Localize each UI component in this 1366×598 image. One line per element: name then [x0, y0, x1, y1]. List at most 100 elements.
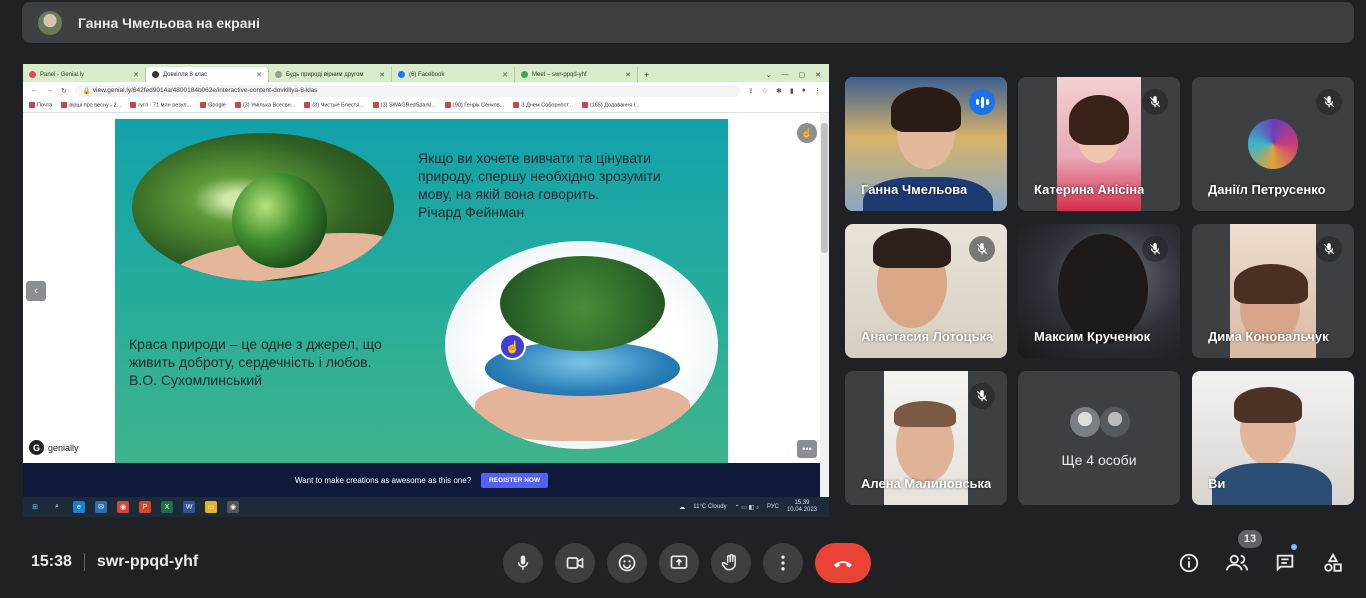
- bookmark-item[interactable]: Google: [200, 102, 226, 109]
- window-controls: ⌄ — ▢ ✕: [758, 71, 829, 82]
- participant-count-badge: 13: [1238, 530, 1262, 548]
- microphone-button[interactable]: [503, 543, 543, 583]
- bookmark-item[interactable]: (3) SWAGRedSparkl...: [373, 102, 436, 109]
- menu-icon[interactable]: ⋮: [814, 87, 821, 95]
- genially-logo[interactable]: G genially: [29, 440, 79, 455]
- speaking-indicator-icon: [969, 89, 995, 115]
- chevron-down-icon[interactable]: ⌄: [766, 71, 772, 79]
- word-icon[interactable]: W: [183, 501, 195, 513]
- chat-button[interactable]: [1271, 549, 1299, 577]
- url-field[interactable]: 🔒 view.genial.ly/642fed9014a/4800184b062…: [74, 84, 740, 97]
- language-indicator[interactable]: РУС: [767, 504, 779, 510]
- logo-text: genially: [48, 442, 79, 453]
- leave-call-button[interactable]: [815, 543, 871, 583]
- reload-icon[interactable]: ↻: [61, 87, 67, 95]
- maximize-icon[interactable]: ▢: [799, 71, 806, 79]
- participant-name: Даніїл Петрусенко: [1208, 182, 1326, 197]
- hair-shape: [1234, 387, 1302, 423]
- more-participants-tile[interactable]: Ще 4 особи: [1018, 371, 1180, 505]
- emoji-icon: [618, 554, 636, 572]
- tab-label: Panel - Genial.ly: [40, 71, 85, 78]
- bookmark-item[interactable]: (90) Генрік Сенков...: [445, 102, 504, 109]
- activities-button[interactable]: [1319, 549, 1347, 577]
- mic-icon: [517, 555, 529, 570]
- taskbar-clock[interactable]: 15:39 10.04.2023: [787, 500, 817, 514]
- taskbar-date: 10.04.2023: [786, 507, 817, 513]
- participant-tile[interactable]: Дима Коновальчук: [1192, 224, 1354, 358]
- activities-icon: [1324, 552, 1342, 572]
- browser-tab[interactable]: Будь природі вірним другом ✕: [269, 67, 392, 82]
- browser-tab[interactable]: (6) Facebook ✕: [392, 67, 515, 82]
- mic-off-icon: [1316, 236, 1342, 262]
- browser-tab-active[interactable]: Довкілля 8 клас ✕: [146, 67, 269, 82]
- page-scrollbar[interactable]: [820, 113, 829, 497]
- presenter-title: Ганна Чмельова на екрані: [78, 14, 260, 31]
- forward-icon[interactable]: →: [46, 87, 53, 95]
- mail-icon[interactable]: ✉: [95, 501, 107, 513]
- share-icon[interactable]: ⇪: [748, 87, 754, 95]
- star-icon[interactable]: ☆: [762, 87, 768, 95]
- participant-tile[interactable]: Алена Малиновська: [845, 371, 1007, 505]
- participant-tile[interactable]: Даніїл Петрусенко: [1192, 77, 1354, 211]
- search-icon[interactable]: ⌕: [51, 501, 63, 513]
- interactive-touch-icon[interactable]: ☝: [499, 333, 526, 360]
- interaction-toggle-icon[interactable]: ☝: [797, 123, 817, 143]
- close-icon[interactable]: ✕: [133, 71, 139, 79]
- extensions-icon[interactable]: ✱: [776, 87, 782, 95]
- close-icon[interactable]: ✕: [815, 71, 821, 79]
- close-icon[interactable]: ✕: [625, 71, 631, 79]
- participant-tile[interactable]: Анастасия Лотоцька: [845, 224, 1007, 358]
- camera-button[interactable]: [555, 543, 595, 583]
- sidebar-icon[interactable]: ▮: [790, 87, 794, 95]
- back-icon[interactable]: ←: [31, 87, 38, 95]
- profile-icon[interactable]: ●: [802, 87, 806, 95]
- browser-tab[interactable]: Panel - Genial.ly ✕: [23, 67, 146, 82]
- bookmark-item[interactable]: З Днем Соборност...: [513, 102, 573, 109]
- reactions-button[interactable]: [607, 543, 647, 583]
- tab-label: Довкілля 8 клас: [163, 71, 208, 78]
- participant-tile[interactable]: Ганна Чмельова: [845, 77, 1007, 211]
- participant-tile[interactable]: Максим Крученюк: [1018, 224, 1180, 358]
- browser-tabstrip: Panel - Genial.ly ✕ Довкілля 8 клас ✕ Будь…: [23, 64, 829, 82]
- chat-icon: [1276, 554, 1294, 572]
- bookmark-item[interactable]: (3) Чистые Блестя...: [304, 102, 363, 109]
- url-text: view.genial.ly/642fed9014a/4800184b062e/…: [92, 87, 318, 94]
- weather-text[interactable]: 11°C Cloudy: [693, 504, 726, 510]
- close-icon[interactable]: ✕: [379, 71, 385, 79]
- people-button[interactable]: [1223, 549, 1251, 577]
- folder-icon[interactable]: ▭: [205, 501, 217, 513]
- register-now-button[interactable]: REGISTER NOW: [481, 472, 549, 488]
- close-icon[interactable]: ✕: [502, 71, 508, 79]
- bookmark-item[interactable]: (3) Умілька Всесвн...: [235, 102, 295, 109]
- raise-hand-button[interactable]: [711, 543, 751, 583]
- more-options-button[interactable]: •••: [797, 440, 817, 458]
- close-icon[interactable]: ✕: [256, 71, 262, 79]
- prev-slide-button[interactable]: ‹: [26, 281, 46, 301]
- edge-icon[interactable]: e: [73, 501, 85, 513]
- minimize-icon[interactable]: —: [782, 71, 789, 79]
- tray-icons[interactable]: ⌃ ▭ ◧ ♪: [735, 504, 759, 511]
- bookmark-item[interactable]: вірші про весну - 2...: [61, 102, 121, 109]
- hand-icon: [721, 553, 736, 571]
- self-tile[interactable]: Ви: [1192, 371, 1354, 505]
- meeting-details-button[interactable]: [1175, 549, 1203, 577]
- clothes-shape: [1212, 463, 1332, 505]
- participant-mini-avatar: [1070, 407, 1100, 437]
- scrollbar-thumb[interactable]: [821, 123, 828, 253]
- new-tab-icon[interactable]: +: [638, 70, 655, 82]
- bookmark-item[interactable]: (165) Додавання і...: [582, 102, 640, 109]
- shared-screen[interactable]: Panel - Genial.ly ✕ Довкілля 8 клас ✕ Будь…: [23, 64, 829, 517]
- tree-in-hands-image: [445, 241, 718, 449]
- bookmark-item[interactable]: гугл · 71 млн резул...: [130, 102, 191, 109]
- present-screen-button[interactable]: [659, 543, 699, 583]
- participant-name: Катерина Анісіна: [1034, 182, 1145, 197]
- chrome-icon[interactable]: ◉: [117, 501, 129, 513]
- more-options-button[interactable]: [763, 543, 803, 583]
- excel-icon[interactable]: X: [161, 501, 173, 513]
- powerpoint-icon[interactable]: P: [139, 501, 151, 513]
- chrome-active-icon[interactable]: ◉: [227, 501, 239, 513]
- browser-tab[interactable]: Meet – swr-ppqd-yhf ✕: [515, 67, 638, 82]
- windows-start-icon[interactable]: ⊞: [29, 501, 41, 513]
- participant-tile[interactable]: Катерина Анісіна: [1018, 77, 1180, 211]
- bookmark-item[interactable]: Почта: [29, 102, 52, 109]
